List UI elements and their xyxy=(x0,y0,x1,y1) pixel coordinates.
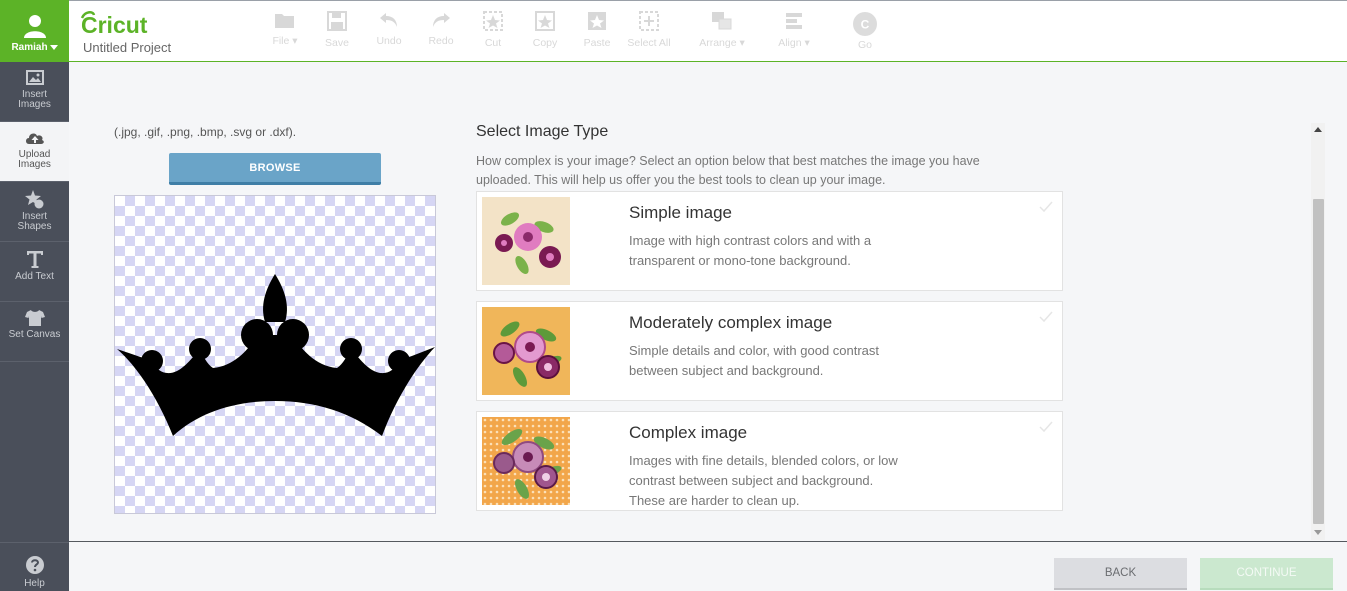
left-sidebar: Ramiah Insert Images Upload Images Inser… xyxy=(0,0,69,591)
text-icon xyxy=(26,251,43,268)
cricut-logo: Cricut xyxy=(80,11,148,38)
option-moderately-complex-image[interactable]: Moderately complex image Simple details … xyxy=(476,301,1063,401)
help-button[interactable]: Help xyxy=(0,542,69,591)
copy-button[interactable]: Copy xyxy=(517,11,573,49)
save-button[interactable]: Save xyxy=(309,11,365,49)
option-title: Complex image xyxy=(629,423,748,442)
file-menu-button[interactable]: File ▾ xyxy=(257,11,313,47)
help-icon xyxy=(25,556,44,574)
select-all-label: Select All xyxy=(627,37,671,49)
checkmark-icon xyxy=(1039,201,1053,213)
redo-icon xyxy=(433,13,450,27)
sidebar-item-label: Insert Images xyxy=(18,89,51,110)
save-label: Save xyxy=(325,37,349,49)
image-preview xyxy=(114,195,436,514)
align-menu-button[interactable]: Align ▾ xyxy=(761,11,827,49)
sidebar-item-label: Insert Shapes xyxy=(17,211,52,232)
select-image-type-description: How complex is your image? Select an opt… xyxy=(476,154,980,187)
copy-label: Copy xyxy=(532,37,558,49)
cut-label: Cut xyxy=(484,37,502,49)
go-badge: C xyxy=(861,18,870,32)
image-icon xyxy=(25,70,44,85)
copy-icon xyxy=(535,11,555,31)
crown-image xyxy=(117,274,435,436)
arrange-icon xyxy=(712,12,732,30)
flowers-thumbnail xyxy=(482,307,570,395)
simple-image-thumbnail xyxy=(482,197,570,285)
checkmark-icon xyxy=(1039,311,1053,323)
go-button[interactable]: C Go xyxy=(837,11,893,51)
flowers-thumbnail xyxy=(482,417,570,505)
continue-button[interactable]: CONTINUE xyxy=(1200,558,1333,590)
sidebar-item-upload-images[interactable]: Upload Images xyxy=(0,122,69,182)
paste-icon xyxy=(588,12,606,30)
tshirt-icon xyxy=(24,310,45,326)
align-icon xyxy=(786,13,802,29)
supported-formats: (.jpg, .gif, .png, .bmp, .svg or .dxf). xyxy=(114,125,297,139)
sidebar-item-label: Upload Images xyxy=(18,149,51,170)
brand-name: Cricut xyxy=(81,12,148,38)
select-all-icon xyxy=(639,11,659,31)
option-simple-image[interactable]: Simple image Image with high contrast co… xyxy=(476,191,1063,291)
cricut-go-icon: C xyxy=(853,12,877,36)
go-label: Go xyxy=(857,39,872,51)
sidebar-item-add-text[interactable]: Add Text xyxy=(0,242,69,302)
scroll-up-arrow-icon[interactable] xyxy=(1314,127,1322,132)
cloud-upload-icon xyxy=(25,133,44,144)
scroll-down-arrow-icon[interactable] xyxy=(1314,530,1322,535)
arrange-menu-button[interactable]: Arrange ▾ xyxy=(687,11,757,49)
option-description: Image with high contrast colors and with… xyxy=(629,233,872,268)
moderate-image-thumbnail xyxy=(482,307,570,395)
paste-label: Paste xyxy=(583,37,611,49)
redo-button[interactable]: Redo xyxy=(413,11,469,47)
caret-down-icon xyxy=(49,45,58,50)
user-avatar-icon xyxy=(23,15,46,38)
sidebar-item-set-canvas[interactable]: Set Canvas xyxy=(0,302,69,362)
footer-bar: BACK CONTINUE xyxy=(69,541,1347,591)
sidebar-item-label: Set Canvas xyxy=(8,329,61,340)
save-icon xyxy=(327,11,347,31)
checkmark-icon xyxy=(1039,421,1053,433)
redo-label: Redo xyxy=(428,35,454,47)
paste-button[interactable]: Paste xyxy=(569,11,625,49)
user-menu[interactable]: Ramiah xyxy=(0,0,69,62)
sidebar-item-insert-images[interactable]: Insert Images xyxy=(0,62,69,122)
scrollbar-thumb[interactable] xyxy=(1313,199,1324,524)
upload-panel: (.jpg, .gif, .png, .bmp, .svg or .dxf). … xyxy=(69,62,1347,541)
option-description: Images with fine details, blended colors… xyxy=(629,453,898,508)
browse-button[interactable]: BROWSE xyxy=(169,153,381,185)
user-name: Ramiah xyxy=(11,42,48,53)
sidebar-item-insert-shapes[interactable]: Insert Shapes xyxy=(0,182,69,242)
back-button[interactable]: BACK xyxy=(1054,558,1187,590)
flowers-thumbnail xyxy=(482,197,570,285)
option-title: Moderately complex image xyxy=(629,313,833,332)
select-all-button[interactable]: Select All xyxy=(621,11,677,49)
option-title: Simple image xyxy=(629,203,732,222)
undo-label: Undo xyxy=(376,35,402,47)
complex-image-thumbnail xyxy=(482,417,570,505)
cut-button[interactable]: Cut xyxy=(465,11,521,49)
project-title: Untitled Project xyxy=(83,40,172,55)
folder-icon xyxy=(275,14,294,28)
undo-button[interactable]: Undo xyxy=(361,11,417,47)
top-toolbar: Cricut Untitled Project File ▾ Save Undo… xyxy=(69,0,1347,62)
help-label: Help xyxy=(24,578,45,589)
option-complex-image[interactable]: Complex image Images with fine details, … xyxy=(476,411,1063,511)
file-label: File xyxy=(272,35,290,47)
select-image-type-title: Select Image Type xyxy=(476,123,609,140)
shapes-icon xyxy=(24,190,43,209)
sidebar-item-label: Add Text xyxy=(15,271,54,282)
option-description: Simple details and color, with good cont… xyxy=(629,343,880,378)
arrange-label: Arrange xyxy=(699,37,737,49)
cut-icon xyxy=(483,11,503,31)
align-label: Align xyxy=(778,37,802,49)
undo-icon xyxy=(380,13,397,27)
